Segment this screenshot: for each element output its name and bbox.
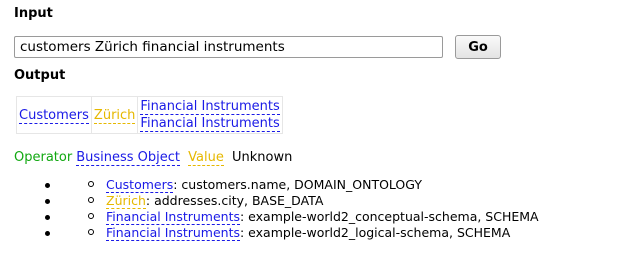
financial-instruments-link-1[interactable]: Financial Instruments: [140, 99, 280, 115]
bullet-icon: [45, 199, 50, 204]
query-input[interactable]: [14, 36, 443, 58]
output-heading: Output: [14, 68, 66, 83]
circle-bullet-icon: [88, 213, 94, 219]
output-table: Customers Zürich Financial Instruments F…: [16, 96, 283, 134]
legend-unknown: Unknown: [231, 150, 293, 165]
result-term-link[interactable]: Financial Instruments: [106, 225, 240, 241]
circle-bullet-icon: [88, 197, 94, 203]
bullet-icon: [45, 231, 50, 236]
result-detail: : addresses.city, BASE_DATA: [145, 193, 324, 208]
bullet-icon: [45, 215, 50, 220]
output-table-row: Customers Zürich Financial Instruments F…: [16, 96, 283, 134]
zurich-value: Zürich: [93, 107, 136, 124]
financial-instruments-link-2[interactable]: Financial Instruments: [140, 116, 280, 132]
output-cell-financial-instruments: Financial Instruments Financial Instrume…: [137, 96, 283, 134]
legend-operator: Operator: [14, 150, 73, 165]
output-cell-zurich: Zürich: [90, 96, 139, 134]
circle-bullet-icon: [88, 181, 94, 187]
bullet-icon: [45, 183, 50, 188]
result-detail: : customers.name, DOMAIN_ONTOLOGY: [173, 177, 422, 192]
legend: Operator Business Object Value Unknown: [14, 150, 296, 166]
result-detail: : example-world2_conceptual-schema, SCHE…: [240, 209, 539, 224]
result-term-value: Zürich: [106, 193, 146, 209]
result-term-link[interactable]: Financial Instruments: [106, 209, 240, 225]
result-term-link[interactable]: Customers: [106, 177, 174, 193]
legend-value: Value: [188, 150, 224, 166]
customers-link[interactable]: Customers: [19, 107, 89, 124]
input-heading: Input: [14, 6, 53, 21]
circle-bullet-icon: [88, 229, 94, 235]
result-detail: : example-world2_logical-schema, SCHEMA: [240, 225, 511, 240]
legend-business-object: Business Object: [76, 150, 180, 166]
go-button[interactable]: Go: [455, 35, 501, 59]
output-cell-customers: Customers: [16, 96, 92, 134]
